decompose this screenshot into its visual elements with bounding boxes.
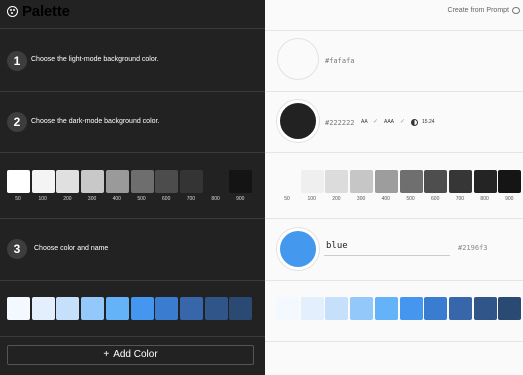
step-1-text: Choose the light-mode background color. xyxy=(31,56,159,63)
dark-bg-hex[interactable]: #222222 xyxy=(325,119,355,127)
divider xyxy=(265,280,523,281)
app-title: Palette xyxy=(22,3,70,20)
gray-left-swatch-7[interactable] xyxy=(155,170,179,193)
divider xyxy=(0,152,265,153)
gray-left-swatch-2[interactable] xyxy=(31,170,55,193)
color-hex[interactable]: #2196f3 xyxy=(458,244,488,252)
gray-left-shade-label: 300 xyxy=(87,196,97,202)
divider xyxy=(265,30,523,31)
check-icon: ✓ xyxy=(400,119,406,125)
gray-left-shade-label: 100 xyxy=(38,196,47,202)
gray-left-swatch-4[interactable] xyxy=(81,170,105,193)
gray-left-swatch-1[interactable] xyxy=(7,170,30,193)
divider xyxy=(0,28,265,29)
plus-icon: + xyxy=(103,349,110,360)
gray-left-shade-label: 50 xyxy=(15,196,21,202)
blue-left-swatch-8[interactable] xyxy=(179,297,203,320)
gray-right-swatch-2[interactable] xyxy=(300,170,324,193)
add-color-label: Add Color xyxy=(113,349,158,360)
divider xyxy=(0,91,265,92)
dark-bg-swatch[interactable] xyxy=(277,100,319,142)
gray-left-swatch-9[interactable] xyxy=(204,170,228,193)
light-bg-swatch[interactable] xyxy=(277,38,319,80)
gray-left-shade-label: 800 xyxy=(211,196,220,202)
gray-right-shade-label: 100 xyxy=(307,196,316,202)
color-swatch[interactable] xyxy=(277,228,319,270)
gray-right-shade-label: 900 xyxy=(505,196,514,202)
divider xyxy=(0,336,265,337)
gray-left-swatch-10[interactable] xyxy=(229,170,253,193)
blue-right-swatch-3[interactable] xyxy=(325,297,349,320)
step-3-number: 3 xyxy=(7,239,27,259)
gray-right-swatch-6[interactable] xyxy=(399,170,423,193)
gray-right-shade-label: 600 xyxy=(431,196,440,202)
gray-right-swatch-7[interactable] xyxy=(424,170,448,193)
blue-left-swatch-1[interactable] xyxy=(7,297,30,320)
blue-right-swatch-10[interactable] xyxy=(498,297,522,320)
gray-right-shade-label: 700 xyxy=(455,196,465,202)
aaa-badge: AAA xyxy=(384,119,395,125)
blue-left-swatch-6[interactable] xyxy=(130,297,154,320)
gray-left-shade-label: 200 xyxy=(63,196,72,202)
contrast-ratio: 15.24 xyxy=(422,119,435,125)
gray-left-shade-label: 700 xyxy=(186,196,196,202)
divider xyxy=(265,152,523,153)
blue-right-swatch-8[interactable] xyxy=(448,297,472,320)
check-icon: ✓ xyxy=(373,119,379,125)
blue-right-swatch-7[interactable] xyxy=(424,297,448,320)
gray-right-swatch-9[interactable] xyxy=(473,170,497,193)
palette-icon xyxy=(7,6,18,17)
contrast-icon xyxy=(411,119,418,126)
divider xyxy=(265,341,523,342)
blue-right-swatch-2[interactable] xyxy=(300,297,324,320)
gray-right-swatch-1[interactable] xyxy=(276,170,299,193)
gray-left-swatch-8[interactable] xyxy=(179,170,203,193)
gray-left-shade-label: 600 xyxy=(162,196,171,202)
gray-right-shade-label: 800 xyxy=(480,196,489,202)
blue-left-swatch-7[interactable] xyxy=(155,297,179,320)
divider xyxy=(0,218,265,219)
gray-right-shade-label: 300 xyxy=(356,196,366,202)
gray-right-shade-label: 50 xyxy=(284,196,290,202)
blue-right-swatch-9[interactable] xyxy=(473,297,497,320)
blue-left-swatch-3[interactable] xyxy=(56,297,80,320)
gray-right-shade-label: 200 xyxy=(332,196,341,202)
blue-right-swatch-4[interactable] xyxy=(350,297,374,320)
gray-right-swatch-5[interactable] xyxy=(374,170,398,193)
gray-left-swatch-6[interactable] xyxy=(130,170,154,193)
divider xyxy=(0,280,265,281)
gray-right-swatch-4[interactable] xyxy=(350,170,374,193)
gray-right-swatch-10[interactable] xyxy=(498,170,522,193)
step-2-text: Choose the dark-mode background color. xyxy=(31,118,160,125)
step-3-text: Choose color and name xyxy=(34,245,109,252)
gray-left-shade-label: 900 xyxy=(236,196,245,202)
color-name-input[interactable] xyxy=(324,236,450,256)
gray-right-swatch-8[interactable] xyxy=(448,170,472,193)
gray-left-shade-label: 400 xyxy=(112,196,121,202)
gray-right-shade-label: 400 xyxy=(381,196,390,202)
gray-left-swatch-3[interactable] xyxy=(56,170,80,193)
blue-left-swatch-5[interactable] xyxy=(105,297,129,320)
blue-right-swatch-1[interactable] xyxy=(276,297,299,320)
aa-badge: AA xyxy=(361,119,368,125)
step-2-number: 2 xyxy=(7,112,27,132)
gray-right-swatch-3[interactable] xyxy=(325,170,349,193)
blue-left-swatch-9[interactable] xyxy=(204,297,228,320)
app-header: Palette xyxy=(0,0,265,28)
light-bg-hex[interactable]: #fafafa xyxy=(325,57,355,65)
divider xyxy=(265,218,523,219)
blue-right-swatch-5[interactable] xyxy=(374,297,398,320)
blue-left-swatch-10[interactable] xyxy=(229,297,253,320)
step-1-number: 1 xyxy=(7,51,27,71)
blue-right-swatch-6[interactable] xyxy=(399,297,423,320)
blue-left-swatch-4[interactable] xyxy=(81,297,105,320)
create-from-prompt-button[interactable]: Create from Prompt xyxy=(448,7,509,14)
blue-left-swatch-2[interactable] xyxy=(31,297,55,320)
gray-right-shade-label: 500 xyxy=(406,196,415,202)
add-color-button[interactable]: + Add Color xyxy=(7,345,254,365)
gray-left-shade-label: 500 xyxy=(137,196,146,202)
divider xyxy=(265,91,523,92)
gray-left-swatch-5[interactable] xyxy=(105,170,129,193)
chat-bubble-icon[interactable] xyxy=(512,7,520,14)
